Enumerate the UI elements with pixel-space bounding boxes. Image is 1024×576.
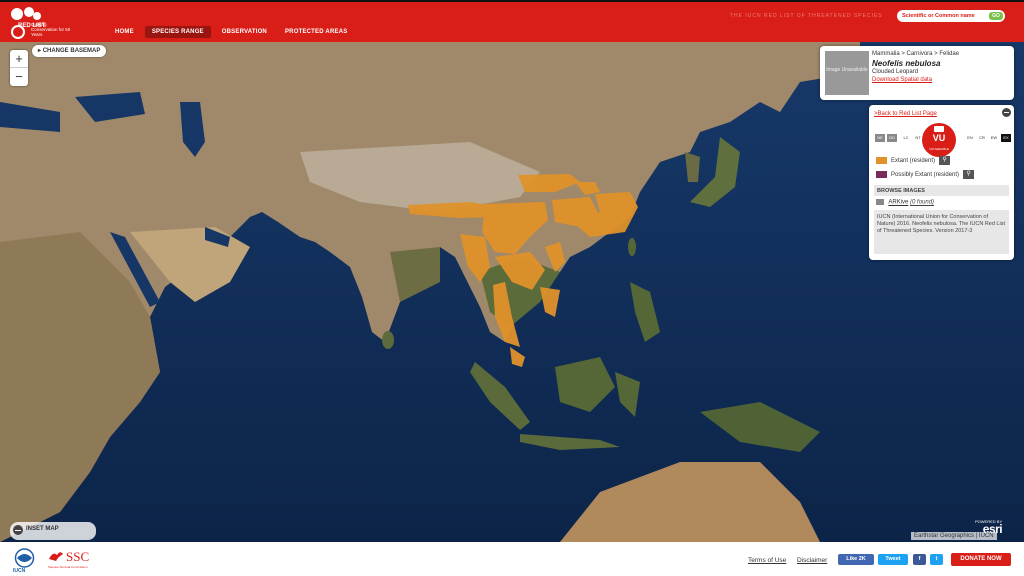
magnify-icon[interactable]: ⚲ <box>939 156 951 165</box>
category-dd: DD <box>887 134 897 142</box>
zoom-in-button[interactable]: + <box>10 50 28 68</box>
arkive-found-count[interactable]: (0 found) <box>910 200 934 206</box>
category-ex: EX <box>1001 134 1011 142</box>
expand-icon[interactable] <box>876 199 884 205</box>
close-icon[interactable] <box>1002 108 1011 117</box>
facebook-icon[interactable]: f <box>913 554 926 565</box>
legend-extant: Extant (resident) ⚲ <box>876 156 951 165</box>
nav-observation[interactable]: OBSERVATION <box>215 26 274 38</box>
nav-protected-areas[interactable]: PROTECTED AREAS <box>278 26 354 38</box>
change-basemap-button[interactable]: ▸ CHANGE BASEMAP <box>32 45 107 57</box>
search-input[interactable]: Scientific or Common name GO <box>897 10 1005 22</box>
status-badge: VU VULNERABLE <box>922 123 956 157</box>
header: RED LIST Guiding Conservation for 50 Yea… <box>0 0 1024 42</box>
back-to-red-list-link[interactable]: >Back to Red List Page <box>874 111 937 117</box>
inset-map-label: INSET MAP <box>26 526 59 532</box>
scientific-name: Neofelis nebulosa <box>872 59 941 68</box>
twitter-icon[interactable]: t <box>930 554 943 565</box>
arkive-link[interactable]: ARKive <box>888 200 908 206</box>
change-basemap-label: CHANGE BASEMAP <box>42 48 101 54</box>
map-attribution: Earthstar Geographics | IUCN <box>911 532 997 540</box>
logo-tagline: Guiding Conservation for 50 Years <box>31 22 71 37</box>
category-ew: EW <box>990 135 998 140</box>
inset-map-button[interactable]: INSET MAP <box>10 522 96 540</box>
iucn-label: IUCN <box>13 568 26 574</box>
terms-of-use-link[interactable]: Terms of Use <box>748 557 786 564</box>
disclaimer-link[interactable]: Disclaimer <box>797 557 827 564</box>
category-en: EN <box>967 135 973 140</box>
search-placeholder: Scientific or Common name <box>902 13 975 19</box>
ssc-label: SSC <box>66 549 90 564</box>
citation-text: IUCN (International Union for Conservati… <box>874 210 1009 254</box>
donate-now-button[interactable]: DONATE NOW <box>951 553 1011 566</box>
zoom-out-button[interactable]: − <box>10 68 28 86</box>
common-name: Clouded Leopard <box>872 69 919 75</box>
info-panel: >Back to Red List Page NE DD LC NT VU EN… <box>869 105 1014 260</box>
browse-images-heading: BROWSE IMAGES <box>874 185 1009 196</box>
ssc-subtitle: Species Survival Commission <box>48 565 88 569</box>
red-list-mini-logo <box>934 126 944 132</box>
main-nav: HOME SPECIES RANGE OBSERVATION PROTECTED… <box>108 26 354 38</box>
status-label: VULNERABLE <box>929 147 949 151</box>
legend-swatch-possibly-extant <box>876 171 887 178</box>
legend-extant-label: Extant (resident) <box>891 157 936 164</box>
nav-species-range[interactable]: SPECIES RANGE <box>144 26 211 38</box>
category-cr: CR <box>979 135 985 140</box>
legend-possibly-extant-label: Possibly Extant (resident) <box>891 171 960 178</box>
nav-home[interactable]: HOME <box>108 26 141 38</box>
search-go-button[interactable]: GO <box>989 12 1003 20</box>
arkive-row: ARKive (0 found) <box>876 199 934 206</box>
ssc-emblem-icon <box>49 552 63 561</box>
category-ne: NE <box>875 134 885 142</box>
download-spatial-data-link[interactable]: Download Spatial data <box>872 77 932 83</box>
zoom-control: + − <box>10 50 28 86</box>
site-title: THE IUCN RED LIST OF THREATENED SPECIES <box>730 13 883 19</box>
species-image-placeholder: Image Unavailable <box>825 51 869 95</box>
taxonomy-breadcrumb: Mammalia > Carnivora > Felidae <box>872 51 960 57</box>
category-lc: LC <box>903 135 909 140</box>
ssc-logo[interactable]: SSC Species Survival Commission <box>48 549 89 569</box>
legend-swatch-extant <box>876 157 887 164</box>
footer: IUCN SSC Species Survival Commission Ter… <box>0 542 1024 576</box>
collapse-icon <box>13 525 23 535</box>
facebook-like-button[interactable]: Like 2K <box>838 554 874 565</box>
legend-possibly-extant: Possibly Extant (resident) ⚲ <box>876 170 975 179</box>
magnify-icon[interactable]: ⚲ <box>963 170 975 179</box>
species-card: Image Unavailable Mammalia > Carnivora >… <box>820 46 1014 100</box>
tweet-button[interactable]: Tweet <box>878 554 908 565</box>
